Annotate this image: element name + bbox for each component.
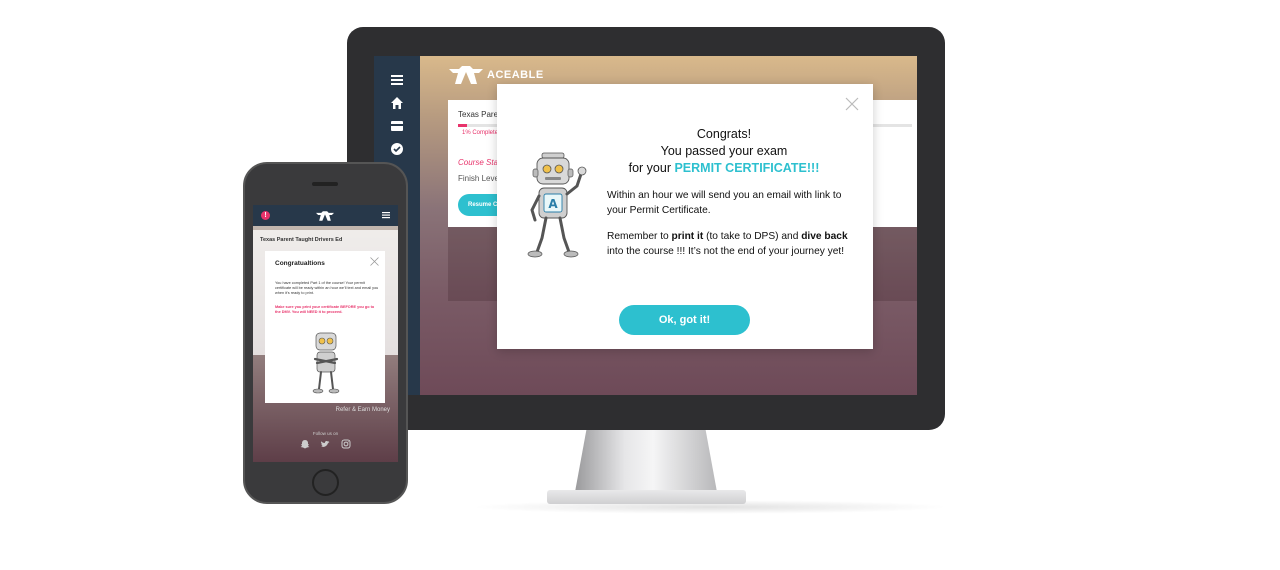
dive-back-emphasis: dive back [801, 231, 848, 242]
phone-modal-title: Congratualtions [275, 260, 325, 267]
aceable-logo-icon[interactable] [316, 211, 334, 221]
aceable-logo-icon [449, 66, 483, 84]
phone-modal-warning: Make sure you print your certificate BEF… [275, 305, 375, 314]
permit-certificate-highlight: PERMIT CERTIFICATE!!! [674, 161, 820, 175]
instagram-icon[interactable] [341, 439, 351, 449]
course-title: Texas Parer [458, 110, 501, 119]
alert-icon[interactable]: ! [261, 211, 270, 220]
modal-paragraph-1: Within an hour we will send you an email… [607, 190, 842, 216]
course-status: Course Sta [458, 158, 499, 167]
menu-icon[interactable] [389, 72, 405, 88]
robot-mascot-icon [312, 332, 340, 394]
modal-heading-line2: You passed your exam [660, 144, 788, 158]
print-it-emphasis: print it [671, 231, 704, 242]
congrats-modal: A Congrats! You passed your exam for you… [497, 84, 873, 349]
monitor-stand-base [547, 490, 746, 504]
ok-got-it-button[interactable]: Ok, got it! [619, 305, 750, 335]
monitor-stand-neck [575, 430, 717, 492]
menu-icon[interactable] [381, 210, 391, 223]
brand-logo[interactable]: ACEABLE [449, 66, 544, 84]
phone-modal-body: You have completed Part 1 of the course!… [275, 281, 379, 295]
follow-us-label: Follow us on [312, 431, 339, 436]
phone-home-button[interactable] [312, 469, 339, 496]
phone-course-title: Texas Parent Taught Drivers Ed [260, 237, 343, 243]
modal-heading-line1: Congrats! [696, 127, 752, 141]
para2-a: Remember to [607, 231, 672, 242]
phone-topbar: ! [253, 205, 398, 226]
home-icon[interactable] [389, 95, 405, 111]
finish-level: Finish Level [458, 174, 501, 183]
para2-e: into the course !!! It’s not the end of … [607, 245, 845, 257]
phone-speaker [312, 182, 338, 186]
modal-heading-prefix: for your [628, 161, 675, 175]
course-progress-label: 1% Complete [462, 130, 499, 136]
twitter-icon[interactable] [320, 439, 330, 449]
close-icon[interactable] [845, 97, 859, 111]
svg-text:A: A [548, 197, 558, 211]
phone-congrats-modal: Congratualtions You have completed Part … [265, 251, 385, 403]
modal-message: Congrats! You passed your exam for your … [607, 126, 857, 259]
snapchat-icon[interactable] [300, 439, 310, 449]
brand-name: ACEABLE [487, 69, 544, 81]
card-icon[interactable] [389, 118, 405, 134]
close-icon[interactable] [370, 257, 379, 266]
robot-mascot-icon: A [527, 152, 587, 258]
modal-heading: Congrats! You passed your exam for your … [591, 126, 857, 177]
refer-earn-link[interactable]: Refer & Earn Money [336, 407, 390, 413]
check-circle-icon[interactable] [389, 141, 405, 157]
modal-heading-line3: for your PERMIT CERTIFICATE!!! [591, 160, 857, 177]
para2-c: (to take to DPS) and [703, 231, 802, 242]
modal-paragraph-2: Remember to print it (to take to DPS) an… [607, 230, 857, 259]
course-progress-fill [458, 124, 468, 127]
